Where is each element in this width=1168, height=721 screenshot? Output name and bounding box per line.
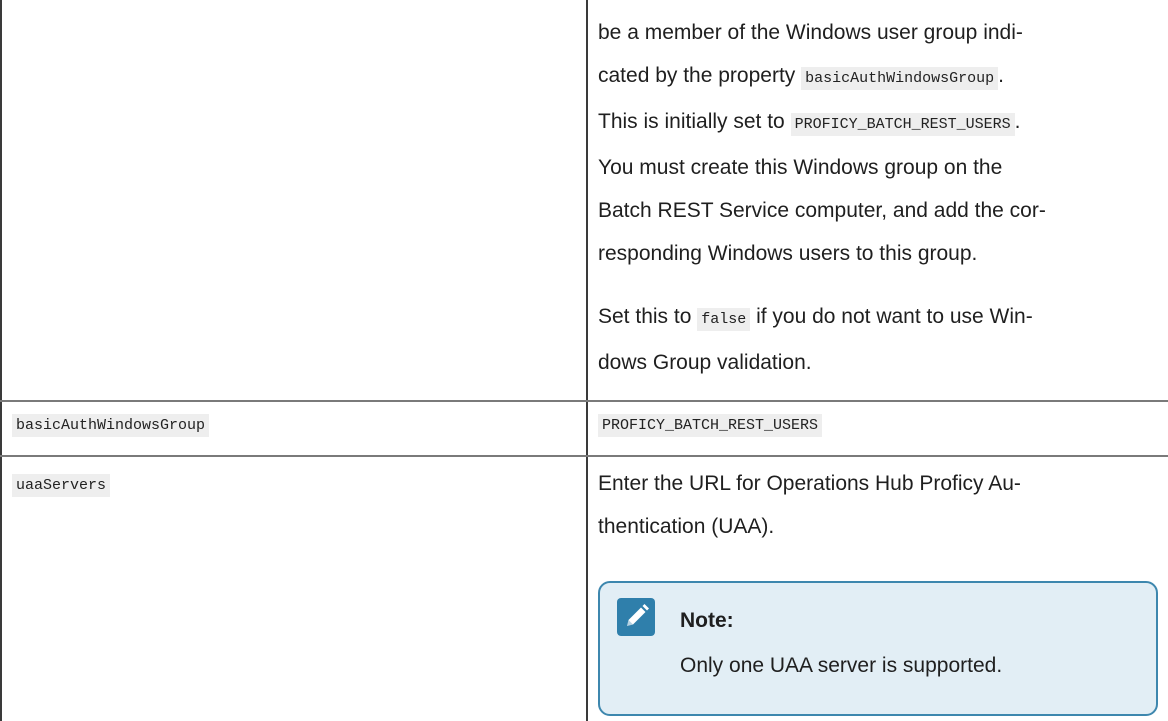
table-column-divider xyxy=(586,0,588,721)
row-divider-1 xyxy=(0,400,1168,402)
inline-code: basicAuthWindowsGroup xyxy=(801,67,999,90)
text-run: thentication (UAA). xyxy=(598,515,775,538)
text-line: thentication (UAA). xyxy=(598,505,1160,548)
row1-false-paragraph: Set this to false if you do not want to … xyxy=(598,295,1160,384)
row2-property-value: PROFICY_BATCH_REST_USERS xyxy=(598,414,823,437)
text-run: . xyxy=(998,64,1004,87)
text-run: if you do not want to use Win- xyxy=(750,305,1033,328)
inline-code: false xyxy=(697,308,751,331)
row3-property-name: uaaServers xyxy=(12,474,111,497)
text-run: cated by the property xyxy=(598,64,802,87)
row3-description: Enter the URL for Operations Hub Proficy… xyxy=(598,462,1160,548)
text-line: Set this to false if you do not want to … xyxy=(598,295,1160,341)
row2-property-name: basicAuthWindowsGroup xyxy=(12,414,210,437)
note-title: Note: xyxy=(680,609,734,632)
text-line: cated by the property basicAuthWindowsGr… xyxy=(598,54,1160,100)
text-run: . xyxy=(1014,110,1021,133)
table-left-border xyxy=(0,0,2,721)
text-line: responding Windows users to this group. xyxy=(598,232,1160,275)
text-run: Batch REST Service computer, and add the… xyxy=(598,199,1046,222)
text-line: Batch REST Service computer, and add the… xyxy=(598,189,1160,232)
text-line: dows Group validation. xyxy=(598,341,1160,384)
text-line: be a member of the Windows user group in… xyxy=(598,11,1160,54)
inline-code: PROFICY_BATCH_REST_USERS xyxy=(790,113,1015,136)
text-line: You must create this Windows group on th… xyxy=(598,146,1160,189)
note-box: Note: Only one UAA server is supported. xyxy=(598,581,1158,716)
text-run: You must create this Windows group on th… xyxy=(598,156,1003,179)
text-run: This is initially set to xyxy=(598,110,791,133)
text-run: dows Group validation. xyxy=(598,351,812,374)
text-run: Enter the URL for Operations Hub Proficy… xyxy=(598,472,1021,495)
row-divider-2 xyxy=(0,455,1168,457)
note-body: Only one UAA server is supported. xyxy=(680,654,1003,677)
text-line: This is initially set to PROFICY_BATCH_R… xyxy=(598,100,1160,146)
text-run: Set this to xyxy=(598,305,698,328)
pencil-note-icon xyxy=(617,598,655,636)
text-run: be a member of the Windows user group in… xyxy=(598,21,1023,44)
text-line: Enter the URL for Operations Hub Proficy… xyxy=(598,462,1160,505)
text-run: responding Windows users to this group. xyxy=(598,242,978,265)
row1-description: be a member of the Windows user group in… xyxy=(598,11,1160,275)
